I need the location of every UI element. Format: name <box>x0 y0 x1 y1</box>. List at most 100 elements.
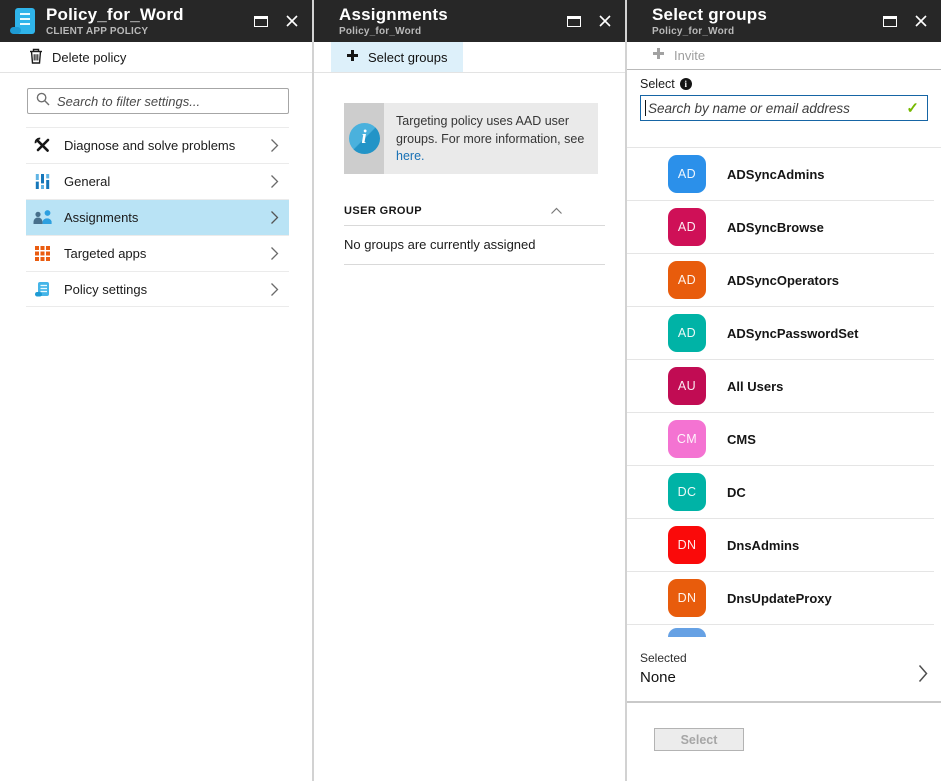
maximize-button[interactable] <box>883 15 897 27</box>
sidebar-item-assignments[interactable]: Assignments <box>26 199 289 235</box>
sidebar-item-diagnose[interactable]: Diagnose and solve problems <box>26 127 289 163</box>
search-icon <box>36 92 50 111</box>
maximize-button[interactable] <box>254 15 268 27</box>
blade-subtitle: Policy_for_Word <box>339 25 422 37</box>
chevron-right-icon <box>270 174 279 189</box>
blade-subtitle: CLIENT APP POLICY <box>46 25 149 37</box>
empty-groups-message: No groups are currently assigned <box>344 226 605 265</box>
group-row-all-users[interactable]: AU All Users <box>627 360 934 413</box>
group-name: ADSyncBrowse <box>727 219 824 235</box>
group-row-adsyncpasswordset[interactable]: AD ADSyncPasswordSet <box>627 307 934 360</box>
blade-header: Policy_for_Word CLIENT APP POLICY <box>0 0 312 42</box>
group-search-input[interactable] <box>646 100 907 116</box>
maximize-icon <box>567 15 581 27</box>
info-icon-cell: i <box>344 103 384 174</box>
plus-icon <box>346 49 359 65</box>
group-name: All Users <box>727 378 784 394</box>
info-icon: i <box>348 122 380 154</box>
group-avatar: AU <box>668 367 706 405</box>
policy-menu: Diagnose and solve problems General Assi… <box>26 127 289 307</box>
group-row-dnsadmins[interactable]: DN DnsAdmins <box>627 519 934 572</box>
chevron-right-icon <box>270 138 279 153</box>
group-row-dnsupdateproxy[interactable]: DN DnsUpdateProxy <box>627 572 934 625</box>
sidebar-item-policy-settings[interactable]: Policy settings <box>26 271 289 307</box>
footer-button-row: Select <box>627 728 941 751</box>
group-avatar: AD <box>668 208 706 246</box>
maximize-icon <box>883 15 897 27</box>
select-field-label: Select <box>640 77 675 91</box>
group-avatar: DN <box>668 526 706 564</box>
settings-filter-input[interactable] <box>57 93 280 109</box>
select-groups-button[interactable]: Select groups <box>331 42 463 72</box>
blade-client-app-policy: Policy_for_Word CLIENT APP POLICY Delete… <box>0 0 314 781</box>
user-group-column-header[interactable]: USER GROUP <box>344 205 605 226</box>
sidebar-item-label: Policy settings <box>64 281 148 297</box>
blade-title: Policy_for_Word <box>46 4 184 24</box>
sidebar-item-label: General <box>64 174 111 189</box>
azure-portal-blades: Policy_for_Word CLIENT APP POLICY Delete… <box>0 0 943 781</box>
group-name: ADSyncAdmins <box>727 166 825 182</box>
assignments-toolbar: Select groups <box>314 42 625 73</box>
blade-header: Assignments Policy_for_Word <box>314 0 625 42</box>
close-icon <box>915 15 927 27</box>
close-button[interactable] <box>286 15 298 27</box>
close-button[interactable] <box>915 15 927 27</box>
group-name: DnsAdmins <box>727 537 800 553</box>
group-avatar: DC <box>668 473 706 511</box>
tools-icon <box>32 137 52 154</box>
group-row-partial[interactable] <box>627 625 934 637</box>
chevron-right-icon <box>270 282 279 297</box>
group-row-adsyncadmins[interactable]: AD ADSyncAdmins <box>627 148 934 201</box>
group-row-cms[interactable]: CM CMS <box>627 413 934 466</box>
close-icon <box>286 15 298 27</box>
info-text: Targeting policy uses AAD user groups. F… <box>396 114 585 146</box>
group-row-dc[interactable]: DC DC <box>627 466 934 519</box>
blade-header: Select groups Policy_for_Word <box>627 0 941 42</box>
policy-toolbar: Delete policy <box>0 42 312 73</box>
select-groups-label: Select groups <box>368 49 448 65</box>
partial-group-avatar <box>668 628 706 637</box>
info-icon: i <box>679 78 692 90</box>
maximize-icon <box>254 15 268 27</box>
sliders-icon <box>32 173 52 190</box>
group-name: CMS <box>727 431 756 447</box>
valid-check-icon: ✓ <box>906 100 919 117</box>
chevron-right-icon <box>270 210 279 225</box>
policy-scroll-icon <box>8 5 38 37</box>
chevron-right-icon <box>270 246 279 261</box>
group-name: ADSyncPasswordSet <box>727 325 859 341</box>
info-here-link[interactable]: here. <box>396 149 425 163</box>
delete-policy-button[interactable]: Delete policy <box>29 48 126 67</box>
sidebar-item-label: Assignments <box>64 210 139 225</box>
selected-label: Selected <box>640 651 687 665</box>
grid-icon <box>32 246 52 261</box>
info-banner-text: Targeting policy uses AAD user groups. F… <box>384 103 598 174</box>
blade-title: Select groups <box>652 4 768 24</box>
select-groups-toolbar: Invite <box>627 42 941 70</box>
settings-filter-box <box>27 88 289 114</box>
close-icon <box>599 15 611 27</box>
blade-subtitle: Policy_for_Word <box>652 25 735 37</box>
select-field-label-row: Select i <box>640 77 928 91</box>
selected-summary-row[interactable]: Selected None <box>627 638 941 686</box>
group-row-adsyncoperators[interactable]: AD ADSyncOperators <box>627 254 934 307</box>
group-list: AD ADSyncAdmins AD ADSyncBrowse AD ADSyn… <box>627 147 941 638</box>
group-avatar: AD <box>668 314 706 352</box>
invite-button: Invite <box>674 48 706 63</box>
group-avatar: DN <box>668 579 706 617</box>
group-name: DC <box>727 484 746 500</box>
sidebar-item-targeted-apps[interactable]: Targeted apps <box>26 235 289 271</box>
group-avatar: AD <box>668 261 706 299</box>
delete-policy-label: Delete policy <box>52 49 127 65</box>
group-row-adsyncbrowse[interactable]: AD ADSyncBrowse <box>627 201 934 254</box>
close-button[interactable] <box>599 15 611 27</box>
sidebar-item-label: Diagnose and solve problems <box>64 138 236 153</box>
column-header-label: USER GROUP <box>344 204 422 217</box>
select-button[interactable]: Select <box>654 728 744 751</box>
group-name: ADSyncOperators <box>727 272 839 288</box>
group-avatar: CM <box>668 420 706 458</box>
sort-ascending-icon <box>550 207 563 215</box>
sidebar-item-general[interactable]: General <box>26 163 289 199</box>
chevron-right-icon <box>918 664 928 688</box>
maximize-button[interactable] <box>567 15 581 27</box>
